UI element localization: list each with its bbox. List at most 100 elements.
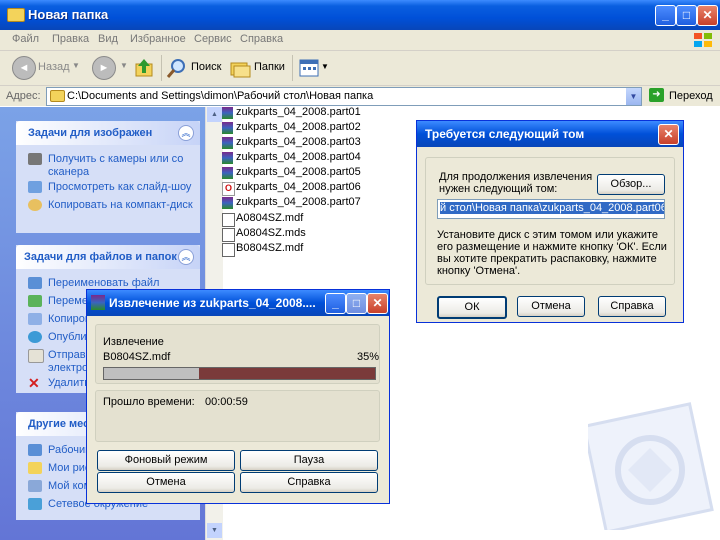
publish-icon bbox=[28, 331, 42, 343]
menu-view[interactable]: Вид bbox=[98, 33, 118, 45]
address-dropdown-icon[interactable]: ▼ bbox=[626, 88, 641, 105]
other-places-title: Другие мес bbox=[28, 418, 90, 430]
close-icon[interactable]: ✕ bbox=[367, 293, 388, 314]
copy-icon bbox=[28, 313, 42, 325]
image-tasks-title: Задачи для изображен bbox=[28, 127, 153, 139]
back-arrow-icon[interactable]: ◄ bbox=[12, 56, 36, 80]
rename-icon bbox=[28, 277, 42, 289]
forward-dropdown-icon[interactable]: ▼ bbox=[120, 61, 128, 70]
views-icon[interactable] bbox=[299, 58, 319, 78]
progress-bar bbox=[103, 367, 376, 380]
background-mode-button[interactable]: Фоновый режим bbox=[97, 450, 235, 471]
extract-current-file: B0804SZ.mdf bbox=[103, 351, 171, 363]
scroll-down-icon[interactable]: ▼ bbox=[207, 523, 222, 538]
go-button[interactable]: ➜ Переход bbox=[648, 87, 718, 104]
slideshow-icon bbox=[28, 181, 42, 193]
search-icon[interactable] bbox=[166, 57, 188, 79]
menu-favorites[interactable]: Избранное bbox=[130, 33, 186, 45]
extract-dialog: Извлечение из zukparts_04_2008.... _ □ ✕… bbox=[86, 289, 390, 504]
desktop-icon bbox=[28, 444, 42, 456]
task-copy-to-cd[interactable]: Копировать на компакт-диск bbox=[48, 199, 198, 212]
folders-button-label[interactable]: Папки bbox=[254, 61, 285, 73]
move-icon bbox=[28, 295, 42, 307]
menu-help[interactable]: Справка bbox=[240, 33, 283, 45]
rar-archive-icon bbox=[222, 122, 233, 134]
window-titlebar[interactable]: Новая папка _ □ ✕ bbox=[0, 0, 720, 30]
close-button[interactable]: ✕ bbox=[697, 5, 718, 26]
forward-arrow-icon[interactable]: ► bbox=[92, 56, 116, 80]
rar-archive-icon bbox=[91, 295, 105, 310]
rar-archive-icon bbox=[222, 167, 233, 179]
search-button-label[interactable]: Поиск bbox=[191, 61, 221, 73]
go-arrow-icon: ➜ bbox=[649, 88, 664, 102]
pause-button[interactable]: Пауза bbox=[240, 450, 378, 471]
volume-path-input[interactable]: й стол\Новая папка\zukparts_04_2008.part… bbox=[437, 199, 665, 219]
cd-icon bbox=[28, 199, 42, 211]
disk-image-icon bbox=[222, 243, 235, 257]
browse-button[interactable]: Обзор... bbox=[597, 174, 665, 195]
progress-bar-fill bbox=[104, 368, 199, 379]
image-tasks-header[interactable]: Задачи для изображен ︽ bbox=[16, 121, 200, 145]
back-button-label[interactable]: Назад bbox=[38, 61, 70, 73]
menu-file[interactable]: Файл bbox=[12, 33, 39, 45]
file-tasks-header[interactable]: Задачи для файлов и папок ︽ bbox=[16, 245, 200, 269]
email-icon bbox=[28, 349, 44, 363]
camera-icon bbox=[28, 153, 42, 165]
toolbar: ◄ Назад ▼ ► ▼ Поиск Папки ▼ bbox=[0, 51, 720, 86]
back-dropdown-icon[interactable]: ▼ bbox=[72, 61, 80, 70]
views-dropdown-icon[interactable]: ▼ bbox=[321, 62, 329, 71]
address-path: C:\Documents and Settings\dimon\Рабочий … bbox=[67, 90, 374, 102]
help-button[interactable]: Справка bbox=[240, 472, 378, 493]
my-computer-icon bbox=[28, 480, 42, 492]
folder-icon bbox=[50, 90, 65, 102]
delete-icon: ✕ bbox=[28, 375, 40, 391]
next-volume-title: Требуется следующий том bbox=[425, 127, 585, 141]
my-pictures-icon bbox=[28, 462, 42, 474]
scroll-up-icon[interactable]: ▲ bbox=[207, 107, 222, 122]
toolbar-separator bbox=[292, 55, 293, 81]
toolbar-separator bbox=[161, 55, 162, 81]
rar-archive-icon bbox=[222, 137, 233, 149]
minimize-button[interactable]: _ bbox=[655, 5, 676, 26]
maximize-button[interactable]: □ bbox=[676, 5, 697, 26]
go-button-label: Переход bbox=[669, 90, 713, 102]
next-volume-titlebar[interactable]: Требуется следующий том ✕ bbox=[417, 121, 683, 147]
opera-icon: O bbox=[222, 182, 235, 196]
up-folder-icon[interactable] bbox=[134, 57, 156, 79]
address-input[interactable]: C:\Documents and Settings\dimon\Рабочий … bbox=[46, 87, 642, 106]
extract-label: Извлечение bbox=[103, 336, 164, 348]
window-title: Новая папка bbox=[28, 7, 109, 22]
folders-icon[interactable] bbox=[229, 57, 251, 79]
disk-image-icon bbox=[222, 213, 235, 227]
extract-titlebar[interactable]: Извлечение из zukparts_04_2008.... _ □ ✕ bbox=[87, 290, 389, 316]
network-icon bbox=[28, 498, 42, 510]
maximize-button[interactable]: □ bbox=[346, 293, 367, 314]
extract-percent: 35% bbox=[357, 351, 380, 363]
task-slideshow[interactable]: Просмотреть как слайд-шоу bbox=[48, 181, 198, 194]
volume-prompt: Для продолжения извлечения нужен следующ… bbox=[439, 171, 593, 195]
close-icon[interactable]: ✕ bbox=[658, 124, 679, 145]
minimize-button[interactable]: _ bbox=[325, 293, 346, 314]
volume-path-value: й стол\Новая папка\zukparts_04_2008.part… bbox=[440, 202, 664, 214]
elapsed-value: 00:00:59 bbox=[205, 396, 248, 408]
collapse-chevron-icon[interactable]: ︽ bbox=[178, 249, 194, 265]
menu-edit[interactable]: Правка bbox=[52, 33, 89, 45]
help-button[interactable]: Справка bbox=[598, 296, 666, 317]
watermark-image-icon bbox=[588, 402, 714, 530]
next-volume-dialog: Требуется следующий том ✕ Для продолжени… bbox=[416, 120, 684, 323]
task-get-from-camera[interactable]: Получить с камеры или со сканера bbox=[48, 153, 198, 179]
cancel-button[interactable]: Отмена bbox=[517, 296, 585, 317]
menu-tools[interactable]: Сервис bbox=[194, 33, 232, 45]
rar-archive-icon bbox=[222, 107, 233, 119]
address-label: Адрес: bbox=[6, 90, 41, 102]
rar-archive-icon bbox=[222, 152, 233, 164]
menu-bar: Файл Правка Вид Избранное Сервис Справка bbox=[0, 30, 720, 51]
rar-archive-icon bbox=[222, 197, 233, 209]
collapse-chevron-icon[interactable]: ︽ bbox=[178, 125, 194, 141]
ok-button[interactable]: ОК bbox=[437, 296, 507, 319]
file-tasks-title: Задачи для файлов и папок bbox=[24, 251, 177, 263]
cancel-button[interactable]: Отмена bbox=[97, 472, 235, 493]
volume-instructions: Установите диск с этим томом или укажите… bbox=[437, 229, 667, 277]
disk-image-icon bbox=[222, 228, 235, 242]
folder-icon bbox=[7, 8, 25, 22]
